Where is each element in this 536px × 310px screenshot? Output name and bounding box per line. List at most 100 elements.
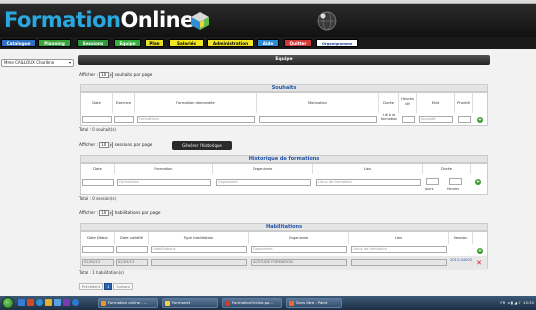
task-paint[interactable]: Sans titre - Paint [286, 298, 342, 308]
souhaits-etat-input[interactable]: Accepté [419, 116, 453, 123]
col-etat: Etat [417, 93, 455, 113]
tray-icons[interactable]: ◂ ▮ ◢ ♪ [506, 300, 521, 305]
col-session: Session [449, 232, 473, 244]
outlook-icon[interactable] [54, 299, 61, 306]
historique-organisme-input[interactable]: Organisme [216, 179, 311, 186]
nav-plan[interactable]: Plan [145, 39, 164, 47]
afficher-label: Afficher : [79, 142, 98, 147]
souhaits-exercice-input[interactable] [114, 116, 134, 123]
afficher-suffix: souhaits par page [114, 72, 153, 77]
col-date: Date [81, 93, 113, 113]
chevron-down-icon: ▾ [108, 142, 113, 148]
habilitations-table: Date Début Date validité Type habilitati… [80, 231, 488, 270]
task-formation-online[interactable]: Formation online - ... [98, 298, 158, 308]
col-organisme: Organisme [249, 232, 349, 244]
souhaits-page-size-select[interactable]: 10 ▾ [99, 72, 114, 78]
app-logo-title[interactable]: FormationOnline [4, 8, 194, 32]
page-size-value: 10 [101, 210, 107, 215]
historique-lieu-input[interactable]: Lieux de formation [316, 179, 421, 186]
historique-formation-input[interactable]: Formations [117, 179, 211, 186]
col-priorite: Priorité [455, 93, 473, 113]
historique-jours-input[interactable] [426, 178, 439, 185]
col-date: Date [81, 164, 115, 174]
nav-salaries[interactable]: Salariés [169, 39, 204, 47]
nav-equipe[interactable]: Equipe [114, 39, 141, 47]
sessions-page-size-select[interactable]: 10 ▾ [99, 142, 114, 148]
task-label: Formonet [172, 300, 191, 305]
afficher-suffix: habilitations par page [114, 210, 161, 215]
chevron-down-icon: ▾ [108, 210, 113, 216]
nav-planning[interactable]: Planning [38, 39, 71, 47]
habilitations-type-input[interactable]: Habilitations [151, 246, 247, 253]
historique-total: Total : 0 session(s) [79, 196, 117, 201]
add-habilitation-icon[interactable]: + [477, 248, 483, 254]
user-select[interactable]: Mme CAILLOUX Charlène ▾ [1, 59, 74, 67]
pager-next-button[interactable]: Suivant [113, 283, 133, 290]
historique-title: Historique de formations [80, 155, 488, 163]
nav-organigramme[interactable]: Organigramme [316, 39, 358, 47]
col-date-validite: Date validité [115, 232, 149, 244]
task-formonet[interactable]: Formonet [162, 298, 218, 308]
col-heures-dif: Heures dif [399, 93, 417, 113]
habilitations-lieu-input[interactable]: Lieux de formation [351, 246, 447, 253]
add-historique-icon[interactable]: + [475, 179, 481, 185]
col-date-debut: Date Début [81, 232, 115, 244]
cube-logo-icon [191, 12, 209, 30]
tray-language[interactable]: FR [500, 300, 505, 305]
task-label: Sans titre - Paint [296, 300, 328, 305]
historique-heures-input[interactable] [449, 178, 462, 185]
souhaits-date-input[interactable] [82, 116, 112, 123]
habilitations-filter-row: Habilitations Organisme Lieux de formati… [81, 244, 487, 256]
col-duree: Durée [423, 164, 471, 174]
chevron-down-icon: ▾ [68, 60, 71, 65]
powerpoint-icon [225, 301, 230, 306]
sessions-page-size-row: Afficher : 10 ▾ sessions par page [79, 141, 152, 149]
explorer-icon[interactable] [18, 299, 25, 306]
system-tray: FR ◂ ▮ ◢ ♪ 15:32 [500, 298, 534, 308]
nav-quitter[interactable]: Quitter [284, 39, 312, 47]
chevron-down-icon: ▾ [108, 72, 113, 78]
equipe-header-bar: Equipe [78, 55, 490, 65]
folder-icon[interactable] [45, 299, 52, 306]
ie-icon[interactable] [36, 299, 43, 306]
afficher-suffix: sessions par page [114, 142, 153, 147]
habilitations-date-validite-input[interactable] [116, 246, 148, 253]
task-label: Formation online - ... [108, 300, 148, 305]
ie-icon[interactable] [72, 299, 79, 306]
nav-sessions[interactable]: Sessions [77, 39, 109, 47]
habilitations-date-debut-input[interactable] [82, 246, 114, 253]
firefox-icon [101, 301, 106, 306]
historique-date-input[interactable] [82, 179, 114, 186]
pager-previous-button[interactable]: Précédent [79, 283, 104, 290]
main-nav: Catalogue Planning Sessions Equipe Plan … [0, 37, 536, 49]
app-icon[interactable] [63, 299, 70, 306]
nav-aide[interactable]: Aide [257, 39, 279, 47]
tray-clock[interactable]: 15:32 [523, 300, 534, 305]
pager-page-1[interactable]: 1 [104, 283, 113, 290]
col-formation-demandee: Formation demandée [135, 93, 257, 113]
pagination: Précédent 1 Suivant [79, 283, 134, 291]
media-icon[interactable] [27, 299, 34, 306]
add-souhait-icon[interactable]: + [477, 117, 483, 123]
windows-start-icon[interactable] [2, 297, 14, 309]
table-row[interactable]: 02/04/13 02/04/13 ALTITUDE FORMATION 201… [81, 256, 487, 270]
souhaits-motivation-input[interactable] [259, 116, 377, 123]
souhaits-table: Date Exercice Formation demandée Motivat… [80, 92, 488, 126]
souhaits-priorite-input[interactable] [458, 116, 471, 123]
habilitations-page-size-select[interactable]: 10 ▾ [99, 210, 114, 216]
souhaits-heures-input[interactable] [402, 116, 415, 123]
task-formationonline-pp[interactable]: FormationOnline.pp... [222, 298, 282, 308]
paint-icon [289, 301, 294, 306]
habilitations-organisme-input[interactable]: Organisme [251, 246, 347, 253]
delete-icon[interactable]: ✕ [476, 260, 482, 267]
col-lieu: Lieu [349, 232, 449, 244]
app-header: FormationOnline [0, 4, 536, 37]
nav-catalogue[interactable]: Catalogue [1, 39, 36, 47]
generer-historique-button[interactable]: Générer l'historique [172, 141, 232, 150]
souhaits-formation-input[interactable]: Formations [137, 116, 255, 123]
task-label: FormationOnline.pp... [232, 300, 274, 305]
habilitations-title: Habilitations [80, 223, 488, 231]
row-session-link[interactable]: 2013-04003 [450, 258, 472, 263]
nav-administration[interactable]: Administration [207, 39, 254, 47]
souhaits-filter-row: Formations Lié à la formation Accepté + [81, 113, 487, 125]
